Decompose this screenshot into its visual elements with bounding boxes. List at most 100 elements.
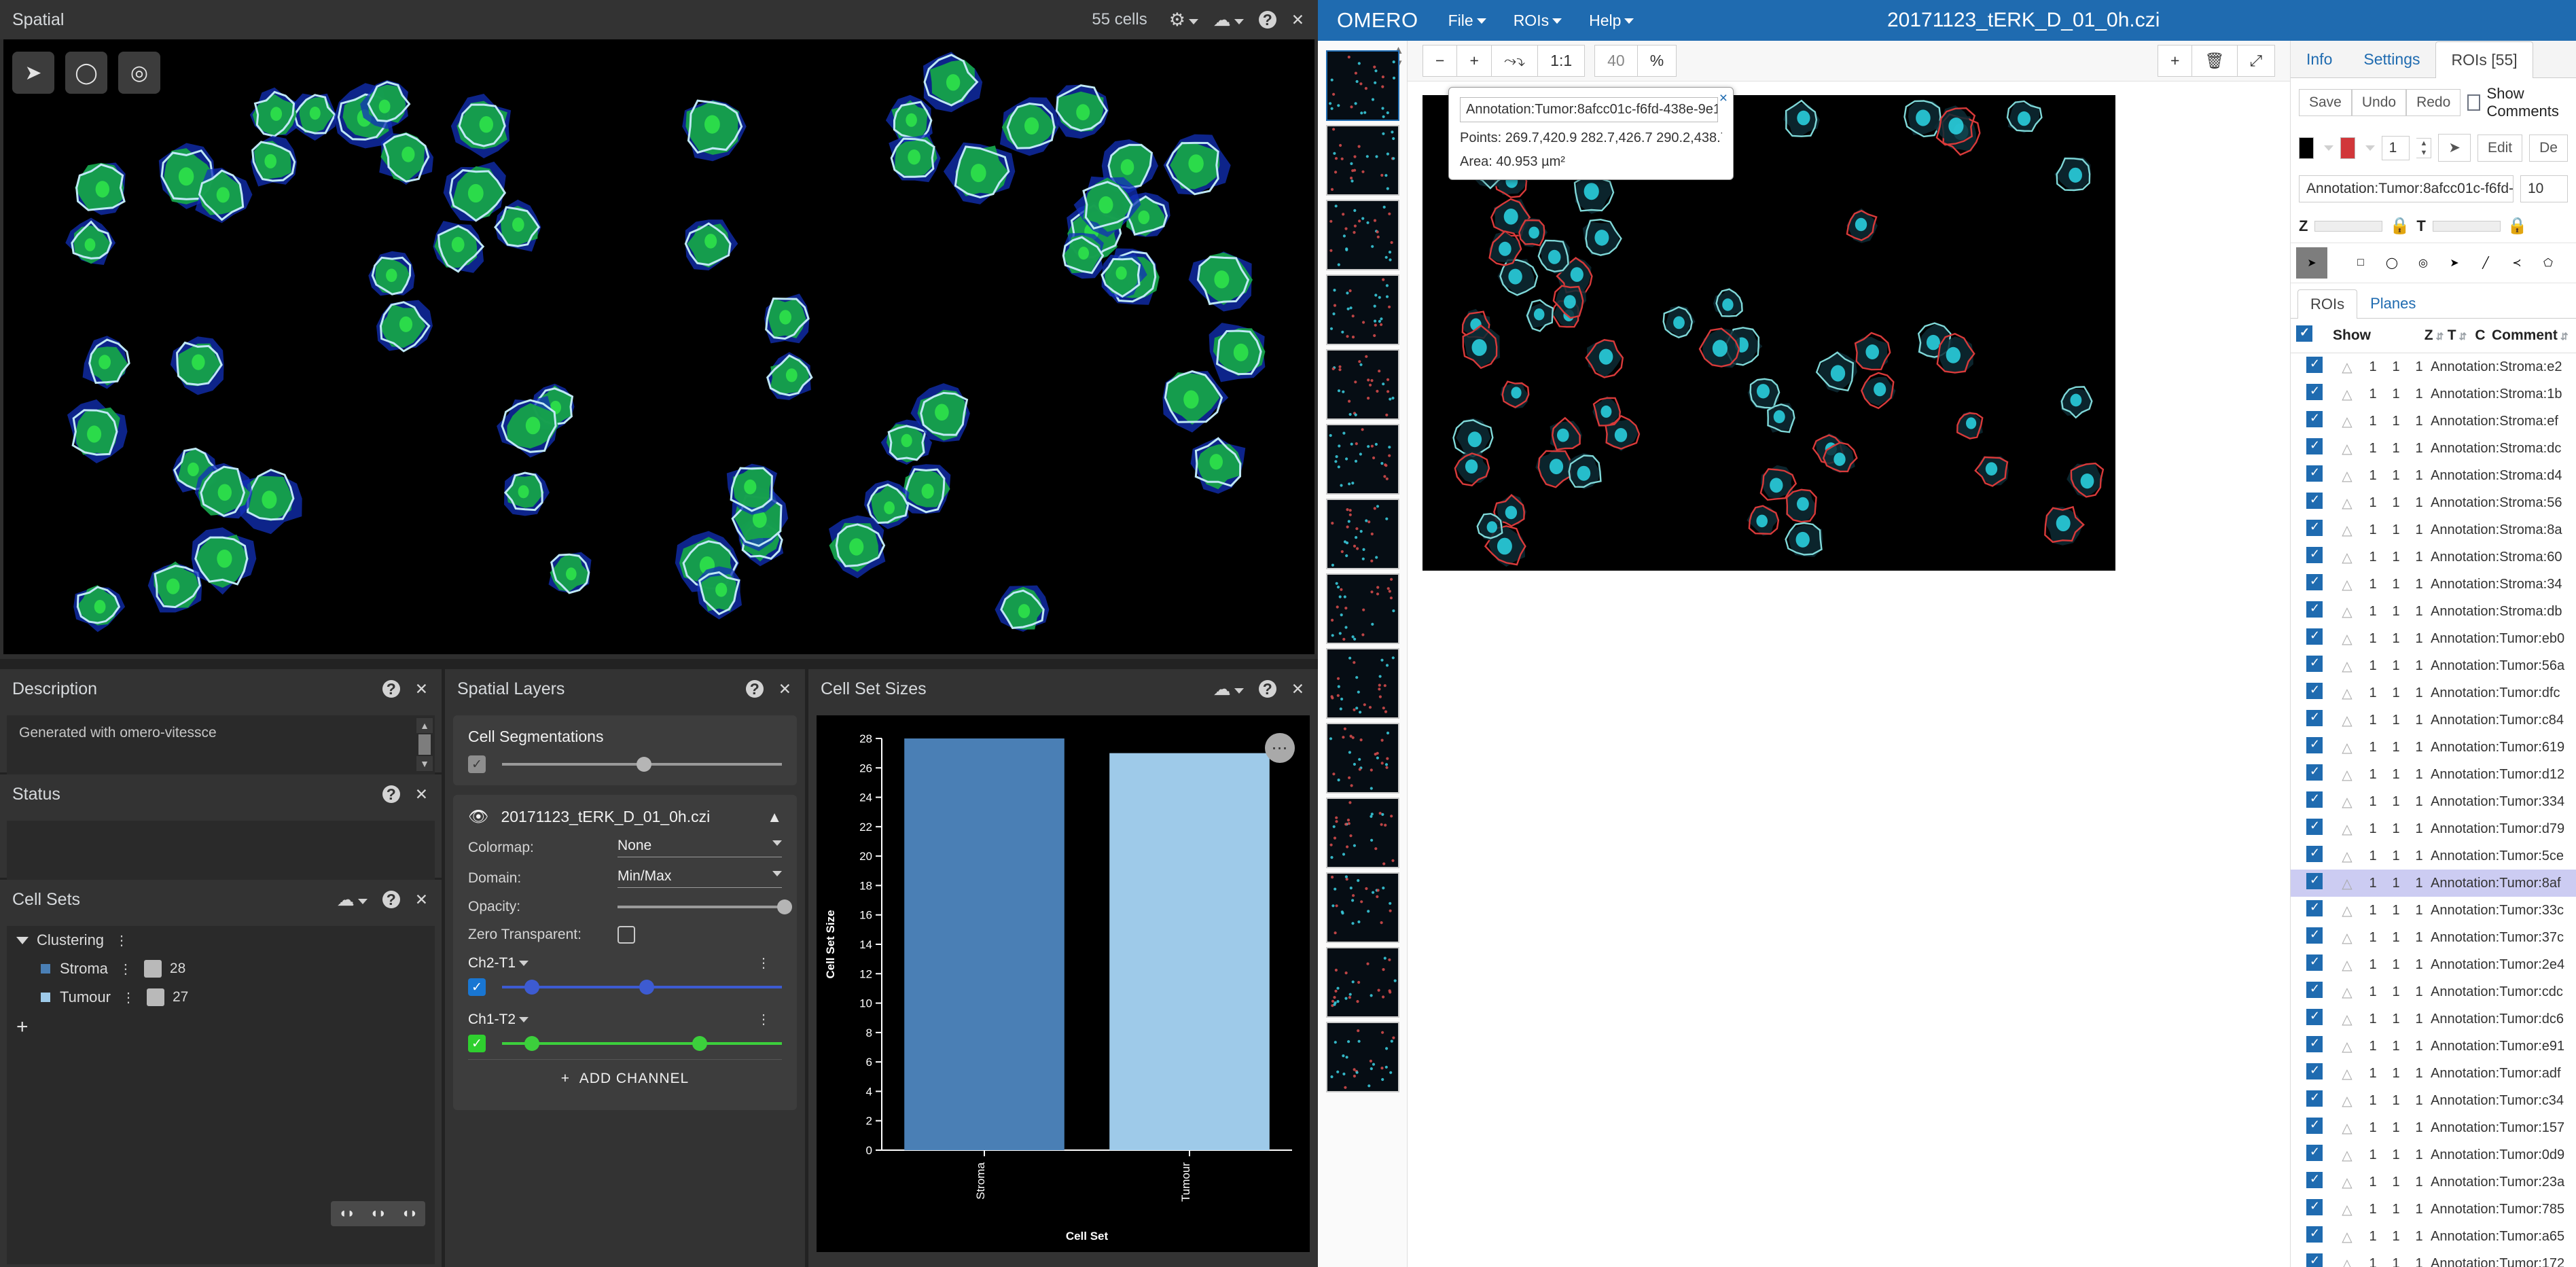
table-row[interactable]: △111Annotation:Tumor:c84 xyxy=(2291,707,2576,734)
thumbnail-item[interactable] xyxy=(1326,50,1399,121)
subtab-rois[interactable]: ROIs xyxy=(2297,289,2357,319)
table-row[interactable]: △111Annotation:Tumor:cdc xyxy=(2291,978,2576,1005)
polygon-icon[interactable]: ⬠ xyxy=(2533,247,2564,279)
table-row[interactable]: △111Annotation:Tumor:172 xyxy=(2291,1250,2576,1267)
table-row[interactable]: △111Annotation:Stroma:dc xyxy=(2291,435,2576,462)
view-mode-1-button[interactable]: ◖◗ xyxy=(331,1201,362,1226)
cell-set-item-stroma[interactable]: Stroma ⋮ 28 xyxy=(7,954,435,983)
segmentation-opacity-slider[interactable] xyxy=(502,763,782,766)
row-show-checkbox[interactable] xyxy=(2306,601,2323,618)
stroke-width-stepper[interactable]: ▲▼ xyxy=(2416,138,2431,158)
select-tool[interactable]: ◎ xyxy=(118,52,160,94)
undo-button[interactable]: Undo xyxy=(2352,89,2406,116)
row-show-checkbox[interactable] xyxy=(2306,954,2323,971)
cloud-download-icon[interactable] xyxy=(1213,680,1244,698)
row-show-checkbox[interactable] xyxy=(2306,819,2323,835)
zero-transparent-checkbox[interactable] xyxy=(618,926,635,944)
close-icon[interactable]: ✕ xyxy=(415,787,428,802)
table-row[interactable]: △111Annotation:Stroma:d4 xyxy=(2291,462,2576,489)
table-row[interactable]: △111Annotation:Tumor:dc6 xyxy=(2291,1005,2576,1033)
item-menu-icon[interactable]: ⋮ xyxy=(122,989,136,1006)
channel-visibility-checkbox[interactable]: ✓ xyxy=(468,978,486,996)
row-show-checkbox[interactable] xyxy=(2306,411,2323,427)
segmentation-visibility-checkbox[interactable]: ✓ xyxy=(468,755,486,773)
row-show-checkbox[interactable] xyxy=(2306,628,2323,645)
thumbnail-item[interactable] xyxy=(1326,424,1399,495)
scroll-down-icon[interactable]: ▼ xyxy=(416,756,433,771)
rectangle-icon[interactable]: □ xyxy=(2345,247,2376,279)
tab-info[interactable]: Info xyxy=(2291,41,2348,77)
scroll-thumb[interactable] xyxy=(418,734,431,755)
lock-icon[interactable]: 🔒 xyxy=(2507,216,2528,236)
ellipse-icon[interactable]: ◯ xyxy=(2376,247,2408,279)
table-row[interactable]: △111Annotation:Tumor:56a xyxy=(2291,652,2576,679)
trash-icon[interactable]: 🗑 xyxy=(2192,45,2236,77)
row-show-checkbox[interactable] xyxy=(2306,1226,2323,1243)
stroke-color-swatch[interactable] xyxy=(2299,137,2314,159)
channel-name[interactable]: Ch1-T2 xyxy=(468,1012,516,1028)
spatial-canvas[interactable] xyxy=(3,39,1314,654)
column-z[interactable]: Z⇵ xyxy=(2422,327,2446,344)
column-t[interactable]: T⇵ xyxy=(2446,327,2469,344)
row-show-checkbox[interactable] xyxy=(2306,1009,2323,1025)
table-row[interactable]: △111Annotation:Tumor:c34 xyxy=(2291,1087,2576,1114)
row-show-checkbox[interactable] xyxy=(2306,1172,2323,1188)
column-comment[interactable]: Comment⇵ xyxy=(2492,327,2571,344)
edit-button[interactable]: Edit xyxy=(2477,135,2522,162)
table-row[interactable]: △111Annotation:Tumor:334 xyxy=(2291,788,2576,815)
channel-range-slider[interactable] xyxy=(502,1042,782,1045)
row-show-checkbox[interactable] xyxy=(2306,574,2323,590)
help-icon[interactable]: ? xyxy=(382,680,400,698)
thumbnail-item[interactable] xyxy=(1326,1022,1399,1092)
thumbnail-strip[interactable]: ▲▼ xyxy=(1318,41,1408,1267)
channel-menu-icon[interactable]: ⋮ xyxy=(757,954,771,971)
table-row[interactable]: △111Annotation:Tumor:adf xyxy=(2291,1060,2576,1087)
table-row[interactable]: △111Annotation:Tumor:8af xyxy=(2291,870,2576,897)
thumbnail-item[interactable] xyxy=(1326,125,1399,196)
zoom-value[interactable]: 40 xyxy=(1594,45,1637,77)
zoom-fit-button[interactable]: ⤳⤵ xyxy=(1491,45,1537,77)
annotation-input[interactable]: Annotation:Tumor:8afcc01c-f6fd-438e-9e1: xyxy=(2299,175,2514,202)
row-show-checkbox[interactable] xyxy=(2306,710,2323,726)
save-button[interactable]: Save xyxy=(2299,89,2352,116)
table-row[interactable]: △111Annotation:Tumor:0d9 xyxy=(2291,1141,2576,1168)
table-row[interactable]: △111Annotation:Tumor:a65 xyxy=(2291,1223,2576,1250)
table-row[interactable]: △111Annotation:Tumor:eb0 xyxy=(2291,625,2576,652)
row-show-checkbox[interactable] xyxy=(2306,493,2323,509)
row-show-checkbox[interactable] xyxy=(2306,357,2323,373)
table-row[interactable]: △111Annotation:Tumor:33c xyxy=(2291,897,2576,924)
thumbnail-item[interactable] xyxy=(1326,723,1399,793)
row-show-checkbox[interactable] xyxy=(2306,982,2323,998)
row-show-checkbox[interactable] xyxy=(2306,791,2323,808)
help-icon[interactable]: ? xyxy=(382,891,400,908)
group-menu-icon[interactable]: ⋮ xyxy=(115,932,129,949)
row-show-checkbox[interactable] xyxy=(2306,1063,2323,1079)
chevron-up-icon[interactable]: ▲ xyxy=(767,808,782,826)
table-row[interactable]: △111Annotation:Tumor:23a xyxy=(2291,1168,2576,1196)
chevron-down-icon[interactable] xyxy=(519,961,529,966)
channel-range-slider[interactable] xyxy=(502,986,782,988)
bar-chart[interactable]: ⋯ 0246810121416182022242628StromaTumourC… xyxy=(817,715,1310,1252)
close-icon[interactable]: ✕ xyxy=(1291,12,1304,28)
thumbnail-item[interactable] xyxy=(1326,798,1399,868)
help-icon[interactable]: ? xyxy=(1259,680,1276,698)
z-input[interactable] xyxy=(2314,221,2382,232)
row-show-checkbox[interactable] xyxy=(2306,656,2323,672)
redo-button[interactable]: Redo xyxy=(2406,89,2461,116)
row-show-checkbox[interactable] xyxy=(2306,384,2323,400)
row-show-checkbox[interactable] xyxy=(2306,465,2323,482)
tab-rois[interactable]: ROIs [55] xyxy=(2435,41,2533,78)
thumbnail-item[interactable] xyxy=(1326,573,1399,644)
channel-menu-icon[interactable]: ⋮ xyxy=(757,1011,771,1028)
thumbnail-item[interactable] xyxy=(1326,947,1399,1018)
close-icon[interactable]: ✕ xyxy=(415,681,428,697)
help-icon[interactable]: ? xyxy=(382,785,400,803)
channel-visibility-checkbox[interactable]: ✓ xyxy=(468,1035,486,1052)
zoom-in-button[interactable]: + xyxy=(1456,45,1490,77)
popover-close-icon[interactable]: × xyxy=(1719,90,1728,107)
table-row[interactable]: △111Annotation:Stroma:e2 xyxy=(2291,353,2576,380)
row-show-checkbox[interactable] xyxy=(2306,1090,2323,1107)
cloud-download-icon[interactable] xyxy=(337,891,368,908)
row-show-checkbox[interactable] xyxy=(2306,1253,2323,1267)
fill-color-swatch[interactable] xyxy=(2340,137,2355,159)
